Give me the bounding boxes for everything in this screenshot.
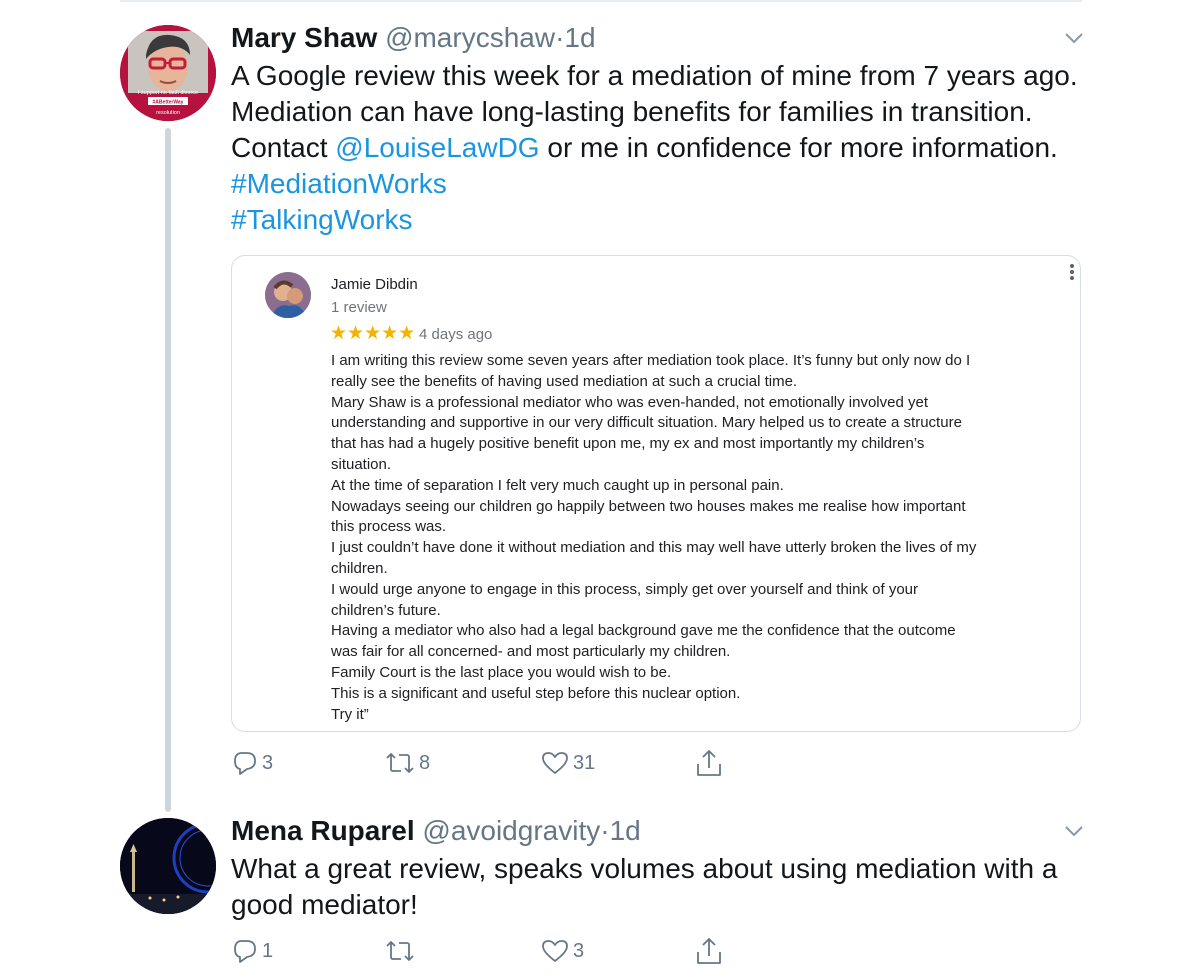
avatar-badge-line-1: I support no fault divorce xyxy=(138,90,198,96)
review-text-line: I am writing this review some seven year… xyxy=(331,352,971,369)
display-name[interactable]: Mena Ruparel xyxy=(231,815,415,846)
review-date: 4 days ago xyxy=(419,326,493,343)
like-button[interactable]: 31 xyxy=(541,750,595,776)
review-text-line: Having a mediator who also had a legal b… xyxy=(331,622,956,640)
reply-count: 3 xyxy=(262,751,274,774)
mention-link[interactable]: @LouiseLawDG xyxy=(335,132,539,163)
tweet-text-segment: or me in confidence for more information… xyxy=(539,132,1058,163)
reply-button[interactable]: 1 xyxy=(232,938,273,964)
night-city-photo-avatar-icon xyxy=(120,818,216,914)
review-text-line: this process was. xyxy=(331,518,447,536)
heart-icon xyxy=(542,752,568,774)
review-text-line: Mary Shaw is a professional mediator who… xyxy=(331,393,928,411)
profile-photo-avatar-icon: I support no fault divorce #ABetterWay r… xyxy=(120,25,216,121)
tweet-text-line: good mediator! xyxy=(231,887,1111,923)
review-text-line: I would urge anyone to engage in this pr… xyxy=(331,580,918,598)
review-text-line: Try it” xyxy=(331,705,369,723)
tweet-header: Mena Ruparel @avoidgravity·1d xyxy=(231,817,641,845)
tweet-text: A Google review this week for a mediatio… xyxy=(231,58,1111,238)
tweet-text-segment: What a great review, speaks volumes abou… xyxy=(231,853,1058,884)
avatar-badge-line-2: #ABetterWay xyxy=(153,100,184,106)
review-text-line: understanding and supportive in our very… xyxy=(331,414,962,432)
timestamp[interactable]: 1d xyxy=(564,22,595,53)
user-handle[interactable]: @avoidgravity xyxy=(422,815,600,846)
avatar-badge-line-3: resolution xyxy=(156,110,180,116)
review-text-line: children. xyxy=(331,559,388,577)
more-vertical-icon[interactable] xyxy=(1068,264,1076,284)
tweet-text-line: Contact @LouiseLawDG or me in confidence… xyxy=(231,130,1111,166)
share-icon xyxy=(697,938,721,964)
tweet-text-line: What a great review, speaks volumes abou… xyxy=(231,851,1111,887)
reviewer-name[interactable]: Jamie Dibdin xyxy=(331,276,418,293)
review-count: 1 review xyxy=(331,299,387,316)
like-count: 3 xyxy=(573,939,585,962)
retweet-button[interactable] xyxy=(385,938,419,964)
review-text-line: really see the benefits of having used m… xyxy=(331,372,798,390)
tweet-text-line: A Google review this week for a mediatio… xyxy=(231,58,1111,94)
retweet-button[interactable]: 8 xyxy=(385,750,430,776)
review-text-line: Nowadays seeing our children go happily … xyxy=(331,497,966,515)
review-text-line: Family Court is the last place you would… xyxy=(331,663,672,681)
thread-line xyxy=(165,128,171,812)
review-text-line: children’s future. xyxy=(331,601,441,619)
chevron-down-icon[interactable] xyxy=(1063,820,1085,842)
hashtag-link[interactable]: #TalkingWorks xyxy=(231,204,413,235)
tweet-text-segment: Contact xyxy=(231,132,336,163)
like-count: 31 xyxy=(573,751,596,774)
star-rating: ★★★★★ xyxy=(330,323,416,344)
separator-dot: · xyxy=(555,22,565,53)
tweet-text-segment: Mediation can have long-lasting benefits… xyxy=(231,96,1033,127)
reply-button[interactable]: 3 xyxy=(232,750,273,776)
review-text-line: This is a significant and useful step be… xyxy=(331,684,741,702)
share-icon xyxy=(697,750,721,776)
top-divider xyxy=(120,0,1082,2)
review-text-line: situation. xyxy=(331,455,392,473)
tweet-text-segment: A Google review this week for a mediatio… xyxy=(231,60,1078,91)
retweet-count: 8 xyxy=(419,751,431,774)
reply-icon xyxy=(234,752,256,775)
tweet-text-line: #MediationWorks xyxy=(231,166,1111,202)
hashtag-link[interactable]: #MediationWorks xyxy=(231,168,447,199)
separator-dot: · xyxy=(600,815,610,846)
tweet-text-segment: good mediator! xyxy=(231,889,418,920)
review-text-line: that has had a hugely positive benefit u… xyxy=(331,435,925,453)
tweet-text-line: #TalkingWorks xyxy=(231,202,1111,238)
heart-icon xyxy=(542,940,568,962)
tweet-header: Mary Shaw @marycshaw·1d xyxy=(231,24,596,52)
timestamp[interactable]: 1d xyxy=(610,815,641,846)
review-text: I am writing this review some seven year… xyxy=(331,351,1051,725)
avatar[interactable] xyxy=(120,818,216,914)
reply-icon xyxy=(234,940,256,963)
share-button[interactable] xyxy=(695,748,723,778)
review-text-line: was fair for all concerned- and most par… xyxy=(331,643,731,661)
review-text-line: At the time of separation I felt very mu… xyxy=(331,476,784,494)
user-handle[interactable]: @marycshaw xyxy=(385,22,555,53)
embedded-review-card[interactable]: Jamie Dibdin 1 review ★★★★★ 4 days ago I… xyxy=(231,255,1081,732)
avatar[interactable]: I support no fault divorce #ABetterWay r… xyxy=(120,25,216,121)
like-button[interactable]: 3 xyxy=(541,938,584,964)
retweet-icon xyxy=(386,753,414,773)
chevron-down-icon[interactable] xyxy=(1063,27,1085,49)
retweet-icon xyxy=(386,941,414,961)
share-button[interactable] xyxy=(695,936,723,966)
review-text-line: I just couldn’t have done it without med… xyxy=(331,539,977,557)
display-name[interactable]: Mary Shaw xyxy=(231,22,377,53)
tweet-text: What a great review, speaks volumes abou… xyxy=(231,851,1111,923)
reply-count: 1 xyxy=(262,939,274,962)
tweet-text-line: Mediation can have long-lasting benefits… xyxy=(231,94,1111,130)
reviewer-avatar xyxy=(265,272,311,318)
